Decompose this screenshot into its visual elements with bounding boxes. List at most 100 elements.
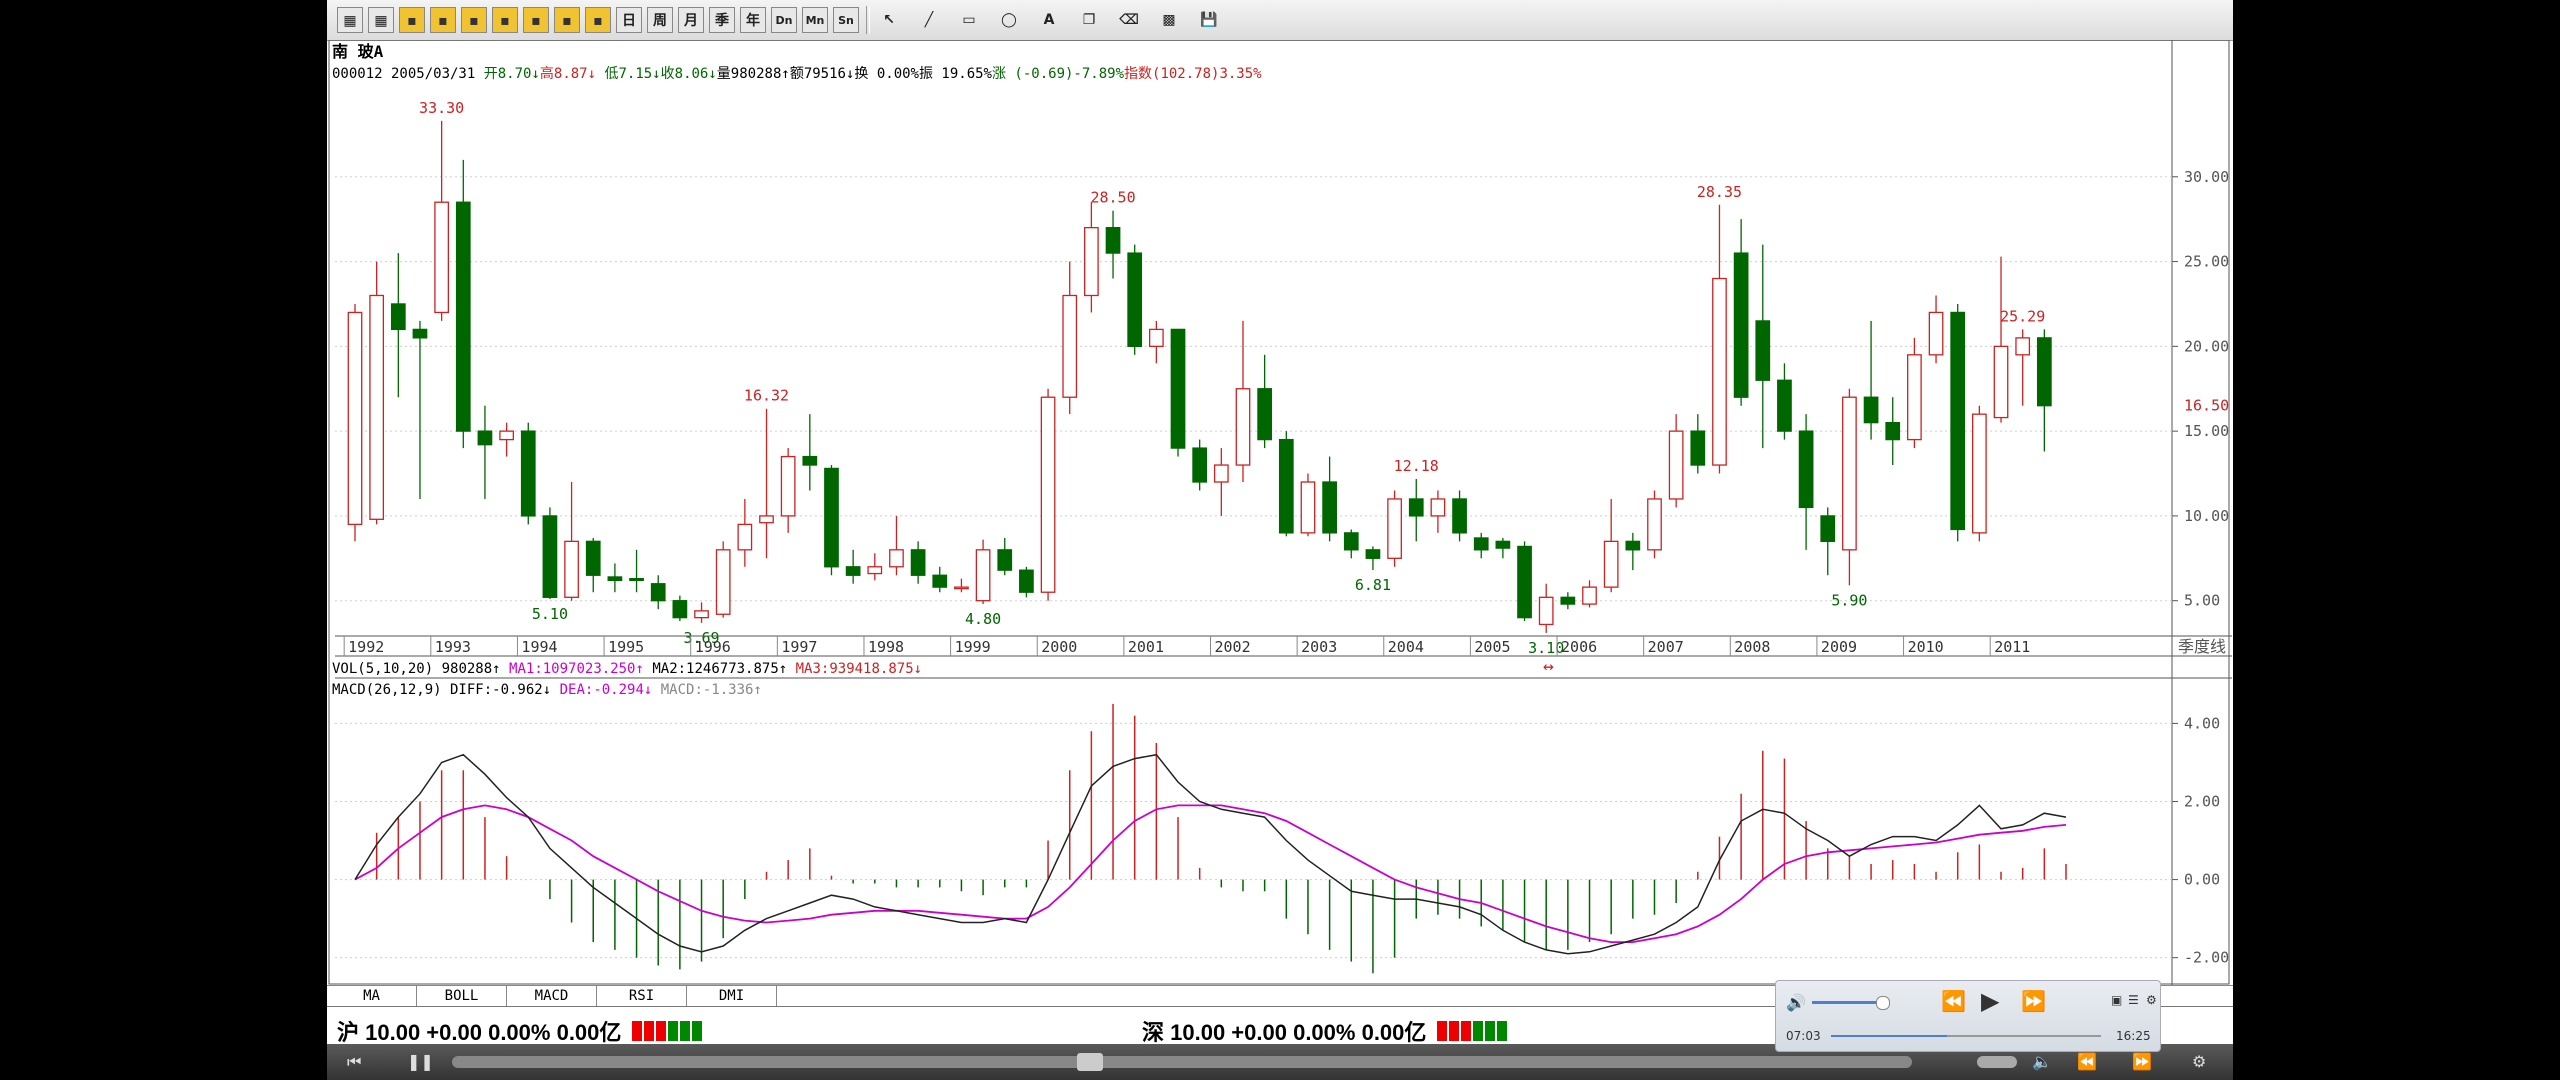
rewind-icon[interactable]: ⏪ [2077, 1052, 2097, 1071]
period-button[interactable]: Dn [771, 7, 797, 33]
seek-handle[interactable] [1077, 1053, 1103, 1071]
player-rewind-icon[interactable]: ⏪ [1941, 989, 1966, 1013]
player-play-icon[interactable]: ▶ [1981, 987, 1999, 1015]
candle-body [1625, 540, 1641, 551]
info-arrow-dn: ↓ [652, 66, 660, 82]
candle-body [650, 583, 666, 602]
candle-body [759, 515, 774, 524]
period-60-icon[interactable]: ▪ [523, 7, 549, 33]
period-button[interactable]: 日 [616, 7, 642, 33]
price-tick-label: 30.00 [2184, 168, 2229, 186]
period-1-icon[interactable]: ▪ [399, 7, 425, 33]
year-label: 1994 [521, 638, 557, 656]
seek-track[interactable] [452, 1053, 1912, 1071]
period-button[interactable]: Sn [833, 7, 859, 33]
period-button[interactable]: 月 [678, 7, 704, 33]
period-15-icon[interactable]: ▪ [461, 7, 487, 33]
chart-area[interactable]: 南 玻A000012 2005/03/31 开8.70↓高8.87↓ 低7.15… [327, 40, 2233, 985]
text-icon[interactable]: A [1036, 7, 1062, 33]
candle-body [1495, 540, 1511, 549]
period-button[interactable]: 年 [740, 7, 766, 33]
tab-rsi[interactable]: RSI [597, 986, 687, 1006]
candle [1690, 414, 1706, 474]
tab-dmi[interactable]: DMI [687, 986, 777, 1006]
copy-icon[interactable]: ❐ [1076, 7, 1102, 33]
palette-icon[interactable]: ▩ [1156, 7, 1182, 33]
year-label: 1995 [608, 638, 644, 656]
stock-name: 南 玻A [332, 42, 384, 61]
candle [1452, 490, 1467, 542]
bar-chart-icon[interactable]: ▦ [368, 7, 394, 33]
speaker-icon[interactable]: 🔊 [1786, 993, 1806, 1012]
volume-icon[interactable]: 🔈 [2032, 1052, 2052, 1071]
tab-macd[interactable]: MACD [507, 986, 597, 1006]
candle-body [824, 467, 839, 568]
candle [1928, 295, 1944, 364]
player-progress-fill [1831, 1035, 1948, 1037]
skip-back-icon[interactable]: ⏮ [347, 1052, 361, 1072]
candle [1084, 202, 1099, 313]
candle [975, 539, 991, 605]
info-arrow-dn: ↓ [846, 66, 854, 82]
save-icon[interactable]: 💾 [1196, 7, 1222, 33]
pause-icon[interactable]: ❚❚ [407, 1052, 434, 1071]
candle [932, 566, 948, 593]
info-closearrow-label: 收 [661, 66, 675, 82]
tab-boll[interactable]: BOLL [417, 986, 507, 1006]
period-day-icon[interactable]: ▪ [554, 7, 580, 33]
candle-body [585, 540, 601, 576]
candle-body [1452, 498, 1467, 534]
period-week-icon[interactable]: ▪ [585, 7, 611, 33]
cursor-icon[interactable]: ↖ [876, 7, 902, 33]
line-chart-icon[interactable]: ▦ [337, 7, 363, 33]
player-forward-icon[interactable]: ⏩ [2021, 989, 2046, 1013]
index-shanghai-text: 10.00 +0.00 0.00% 0.00亿 [365, 1020, 622, 1045]
candle [1798, 414, 1814, 550]
player-list-icon[interactable]: ☰ [2128, 993, 2139, 1007]
year-label: 2001 [1128, 638, 1164, 656]
period-30-icon[interactable]: ▪ [492, 7, 518, 33]
period-button[interactable]: 周 [647, 7, 673, 33]
fast-forward-icon[interactable]: ⏩ [2132, 1052, 2152, 1071]
candle [1950, 303, 1966, 542]
info-high: 8.87 [554, 66, 588, 82]
rect-icon[interactable]: ▭ [956, 7, 982, 33]
candle [499, 422, 514, 457]
candle-body [1517, 545, 1532, 619]
candle [672, 595, 688, 622]
vol-value: 980288 [433, 661, 492, 677]
player-volume-knob[interactable] [1876, 996, 1890, 1010]
period-button[interactable]: Mn [802, 7, 828, 33]
candle [1127, 244, 1143, 355]
candle [1278, 431, 1294, 537]
index-shanghai-bars [632, 1021, 702, 1041]
candle [434, 120, 449, 321]
candle-body [1777, 379, 1792, 432]
player-window-icon[interactable]: ▣ [2111, 993, 2122, 1007]
candle [1495, 537, 1511, 559]
volume-slider[interactable] [1977, 1056, 2017, 1068]
ellipse-icon[interactable]: ◯ [996, 7, 1022, 33]
candle-body [975, 549, 991, 602]
price-tick-label: 10.00 [2184, 507, 2229, 525]
player-volume-bar[interactable] [1812, 1001, 1882, 1004]
erase-icon[interactable]: ⌫ [1116, 7, 1142, 33]
draw-line-icon[interactable]: ╱ [916, 7, 942, 33]
candle [889, 515, 904, 576]
period-button[interactable]: 季 [709, 7, 735, 33]
tab-ma[interactable]: MA [327, 986, 417, 1006]
candle [1148, 320, 1164, 364]
player-progress[interactable] [1831, 1035, 2101, 1037]
player-gear-icon[interactable]: ⚙ [2146, 993, 2157, 1007]
period-5-icon[interactable]: ▪ [430, 7, 456, 33]
candle [845, 549, 861, 584]
candle-body [1278, 438, 1294, 534]
settings-icon[interactable]: ⚙ [2192, 1052, 2206, 1071]
year-label: 2006 [1561, 638, 1597, 656]
candle [824, 465, 839, 576]
price-annotation: 5.10 [532, 605, 568, 623]
candle [1560, 592, 1576, 610]
stock-app-window: ▦ ▦ ▪ ▪ ▪ ▪ ▪ ▪ ▪ 日周月季年 Dn Mn Sn ↖ ╱ ▭ ◯ A ❐ ⌫ ▩ 💾 南 玻A 000012… [327, 0, 2233, 1080]
candle-body [802, 455, 818, 466]
candle-body [845, 566, 861, 576]
